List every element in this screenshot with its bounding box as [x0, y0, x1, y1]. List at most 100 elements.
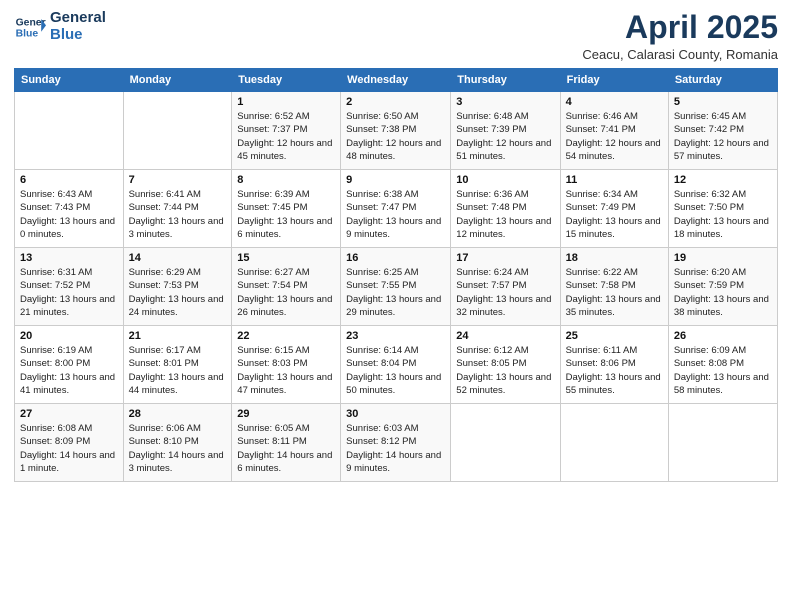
day-info: Sunrise: 6:22 AM Sunset: 7:58 PM Dayligh…	[566, 266, 663, 319]
header: General Blue General Blue April 2025 Cea…	[14, 10, 778, 62]
day-number: 23	[346, 330, 445, 342]
calendar-day-cell: 15 Sunrise: 6:27 AM Sunset: 7:54 PM Dayli…	[232, 248, 341, 326]
calendar-day-cell: 13Sunrise: 6:31 AM Sunset: 7:52 PM Dayli…	[15, 248, 124, 326]
calendar-day-cell	[668, 404, 777, 482]
calendar-day-cell: 7Sunrise: 6:41 AM Sunset: 7:44 PM Daylig…	[123, 170, 232, 248]
day-number: 14	[129, 252, 227, 264]
calendar-day-cell: 12 Sunrise: 6:32 AM Sunset: 7:50 PM Dayli…	[668, 170, 777, 248]
day-number: 17	[456, 252, 554, 264]
day-number: 3	[456, 96, 554, 108]
calendar-day-cell: 25 Sunrise: 6:11 AM Sunset: 8:06 PM Dayli…	[560, 326, 668, 404]
title-block: April 2025 Ceacu, Calarasi County, Roman…	[582, 10, 778, 62]
day-info: Sunrise: 6:17 AM Sunset: 8:01 PM Dayligh…	[129, 344, 227, 397]
weekday-header: Tuesday	[232, 69, 341, 92]
calendar-body: 1Sunrise: 6:52 AM Sunset: 7:37 PM Daylig…	[15, 92, 778, 482]
day-info: Sunrise: 6:09 AM Sunset: 8:08 PM Dayligh…	[674, 344, 772, 397]
location-subtitle: Ceacu, Calarasi County, Romania	[582, 47, 778, 62]
calendar-day-cell: 29 Sunrise: 6:05 AM Sunset: 8:11 PM Dayli…	[232, 404, 341, 482]
calendar-day-cell: 10Sunrise: 6:36 AM Sunset: 7:48 PM Dayli…	[451, 170, 560, 248]
calendar-day-cell: 24 Sunrise: 6:12 AM Sunset: 8:05 PM Dayli…	[451, 326, 560, 404]
day-number: 21	[129, 330, 227, 342]
calendar-week-row: 6 Sunrise: 6:43 AM Sunset: 7:43 PM Daylig…	[15, 170, 778, 248]
day-info: Sunrise: 6:24 AM Sunset: 7:57 PM Dayligh…	[456, 266, 554, 319]
day-number: 22	[237, 330, 335, 342]
calendar-day-cell: 30 Sunrise: 6:03 AM Sunset: 8:12 PM Dayli…	[341, 404, 451, 482]
weekday-header: Wednesday	[341, 69, 451, 92]
weekday-header: Thursday	[451, 69, 560, 92]
calendar-day-cell: 23 Sunrise: 6:14 AM Sunset: 8:04 PM Dayli…	[341, 326, 451, 404]
day-number: 29	[237, 408, 335, 420]
day-number: 16	[346, 252, 445, 264]
logo-icon: General Blue	[14, 11, 46, 43]
calendar-day-cell: 19 Sunrise: 6:20 AM Sunset: 7:59 PM Dayli…	[668, 248, 777, 326]
day-number: 27	[20, 408, 118, 420]
day-info: Sunrise: 6:50 AM Sunset: 7:38 PM Dayligh…	[346, 110, 445, 163]
day-number: 8	[237, 174, 335, 186]
day-number: 19	[674, 252, 772, 264]
calendar-day-cell: 2 Sunrise: 6:50 AM Sunset: 7:38 PM Daylig…	[341, 92, 451, 170]
calendar-day-cell	[451, 404, 560, 482]
day-info: Sunrise: 6:12 AM Sunset: 8:05 PM Dayligh…	[456, 344, 554, 397]
calendar-week-row: 27 Sunrise: 6:08 AM Sunset: 8:09 PM Dayli…	[15, 404, 778, 482]
day-info: Sunrise: 6:46 AM Sunset: 7:41 PM Dayligh…	[566, 110, 663, 163]
day-info: Sunrise: 6:45 AM Sunset: 7:42 PM Dayligh…	[674, 110, 772, 163]
calendar-header-row: SundayMondayTuesdayWednesdayThursdayFrid…	[15, 69, 778, 92]
calendar-week-row: 1Sunrise: 6:52 AM Sunset: 7:37 PM Daylig…	[15, 92, 778, 170]
day-number: 6	[20, 174, 118, 186]
calendar-day-cell: 4Sunrise: 6:46 AM Sunset: 7:41 PM Daylig…	[560, 92, 668, 170]
day-number: 9	[346, 174, 445, 186]
day-info: Sunrise: 6:34 AM Sunset: 7:49 PM Dayligh…	[566, 188, 663, 241]
day-number: 5	[674, 96, 772, 108]
day-info: Sunrise: 6:14 AM Sunset: 8:04 PM Dayligh…	[346, 344, 445, 397]
weekday-header: Saturday	[668, 69, 777, 92]
calendar-day-cell: 28 Sunrise: 6:06 AM Sunset: 8:10 PM Dayli…	[123, 404, 232, 482]
day-info: Sunrise: 6:29 AM Sunset: 7:53 PM Dayligh…	[129, 266, 227, 319]
calendar-week-row: 20 Sunrise: 6:19 AM Sunset: 8:00 PM Dayli…	[15, 326, 778, 404]
day-number: 15	[237, 252, 335, 264]
day-info: Sunrise: 6:41 AM Sunset: 7:44 PM Dayligh…	[129, 188, 227, 241]
day-number: 18	[566, 252, 663, 264]
svg-text:Blue: Blue	[16, 28, 39, 39]
weekday-header: Monday	[123, 69, 232, 92]
day-info: Sunrise: 6:52 AM Sunset: 7:37 PM Dayligh…	[237, 110, 335, 163]
calendar-day-cell: 6 Sunrise: 6:43 AM Sunset: 7:43 PM Daylig…	[15, 170, 124, 248]
calendar-day-cell: 22 Sunrise: 6:15 AM Sunset: 8:03 PM Dayli…	[232, 326, 341, 404]
day-number: 28	[129, 408, 227, 420]
day-number: 25	[566, 330, 663, 342]
calendar-day-cell: 18 Sunrise: 6:22 AM Sunset: 7:58 PM Dayli…	[560, 248, 668, 326]
day-info: Sunrise: 6:32 AM Sunset: 7:50 PM Dayligh…	[674, 188, 772, 241]
day-number: 13	[20, 252, 118, 264]
day-info: Sunrise: 6:43 AM Sunset: 7:43 PM Dayligh…	[20, 188, 118, 241]
day-info: Sunrise: 6:06 AM Sunset: 8:10 PM Dayligh…	[129, 422, 227, 475]
day-info: Sunrise: 6:27 AM Sunset: 7:54 PM Dayligh…	[237, 266, 335, 319]
calendar-day-cell: 11Sunrise: 6:34 AM Sunset: 7:49 PM Dayli…	[560, 170, 668, 248]
day-info: Sunrise: 6:15 AM Sunset: 8:03 PM Dayligh…	[237, 344, 335, 397]
day-info: Sunrise: 6:48 AM Sunset: 7:39 PM Dayligh…	[456, 110, 554, 163]
calendar-day-cell: 9Sunrise: 6:38 AM Sunset: 7:47 PM Daylig…	[341, 170, 451, 248]
day-number: 2	[346, 96, 445, 108]
calendar-day-cell: 1Sunrise: 6:52 AM Sunset: 7:37 PM Daylig…	[232, 92, 341, 170]
day-number: 12	[674, 174, 772, 186]
calendar-table: SundayMondayTuesdayWednesdayThursdayFrid…	[14, 68, 778, 482]
calendar-day-cell: 5 Sunrise: 6:45 AM Sunset: 7:42 PM Daylig…	[668, 92, 777, 170]
calendar-day-cell	[560, 404, 668, 482]
day-info: Sunrise: 6:05 AM Sunset: 8:11 PM Dayligh…	[237, 422, 335, 475]
calendar-day-cell: 8 Sunrise: 6:39 AM Sunset: 7:45 PM Daylig…	[232, 170, 341, 248]
day-number: 24	[456, 330, 554, 342]
day-info: Sunrise: 6:03 AM Sunset: 8:12 PM Dayligh…	[346, 422, 445, 475]
calendar-day-cell: 16Sunrise: 6:25 AM Sunset: 7:55 PM Dayli…	[341, 248, 451, 326]
weekday-header: Friday	[560, 69, 668, 92]
day-info: Sunrise: 6:08 AM Sunset: 8:09 PM Dayligh…	[20, 422, 118, 475]
day-info: Sunrise: 6:20 AM Sunset: 7:59 PM Dayligh…	[674, 266, 772, 319]
day-info: Sunrise: 6:11 AM Sunset: 8:06 PM Dayligh…	[566, 344, 663, 397]
day-number: 30	[346, 408, 445, 420]
calendar-day-cell: 20 Sunrise: 6:19 AM Sunset: 8:00 PM Dayli…	[15, 326, 124, 404]
calendar-day-cell	[15, 92, 124, 170]
calendar-day-cell: 14 Sunrise: 6:29 AM Sunset: 7:53 PM Dayli…	[123, 248, 232, 326]
day-number: 20	[20, 330, 118, 342]
month-title: April 2025	[582, 10, 778, 45]
logo-text: General	[50, 10, 106, 27]
day-info: Sunrise: 6:39 AM Sunset: 7:45 PM Dayligh…	[237, 188, 335, 241]
day-number: 26	[674, 330, 772, 342]
day-info: Sunrise: 6:19 AM Sunset: 8:00 PM Dayligh…	[20, 344, 118, 397]
